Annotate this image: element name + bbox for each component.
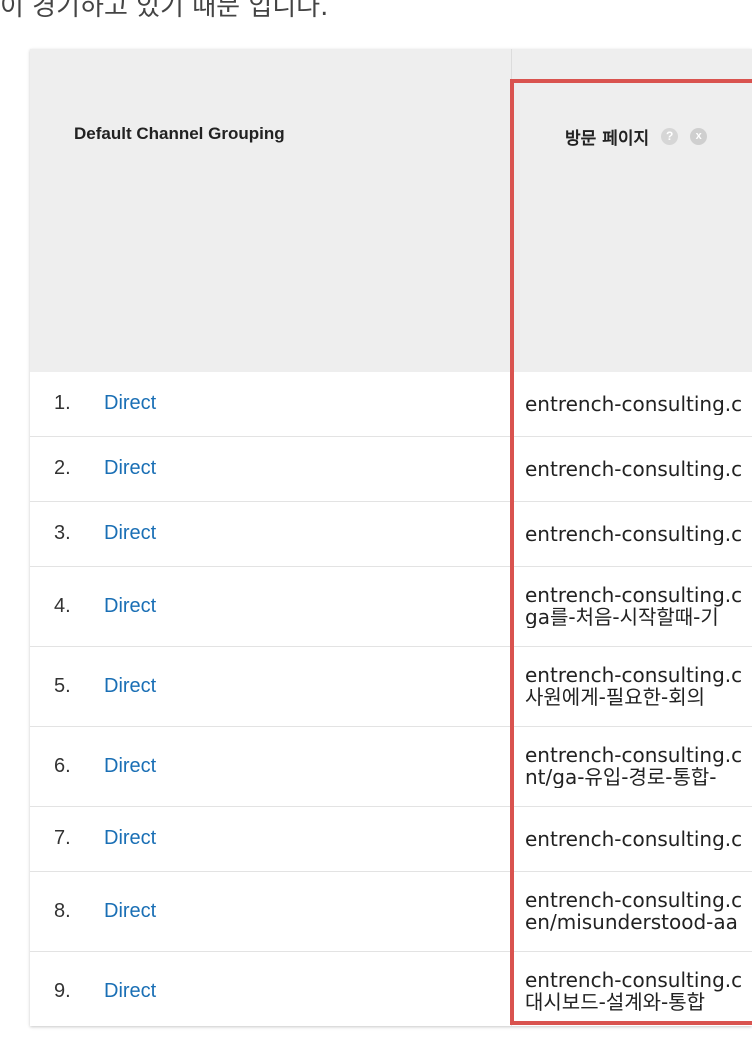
table-row: 7. Direct entrench-consulting.c — [30, 807, 752, 872]
channel-link[interactable]: Direct — [104, 980, 156, 1003]
channel-link[interactable]: Direct — [104, 522, 156, 545]
row-number: 3. — [54, 522, 71, 544]
landing-page-line: entrench-consulting.c — [525, 393, 743, 415]
table-row: 9. Direct entrench-consulting.c 대시보드-설계와-통합 — [30, 952, 752, 1026]
channel-link[interactable]: Direct — [104, 827, 156, 850]
table-row: 3. Direct entrench-consulting.c — [30, 502, 752, 567]
column-divider — [511, 727, 512, 806]
channel-link[interactable]: Direct — [104, 392, 156, 415]
column-divider — [511, 807, 512, 871]
table-row: 6. Direct entrench-consulting.c nt/ga-유입-경로… — [30, 727, 752, 807]
column-divider — [511, 872, 512, 951]
column-divider — [511, 567, 512, 646]
remove-dimension-icon[interactable]: x — [690, 128, 708, 145]
column-divider — [511, 502, 512, 566]
landing-page-line: entrench-consulting.c — [525, 969, 743, 992]
report-table: Default Channel Grouping 방문 페이지 ? x 1. Di… — [30, 49, 752, 1026]
landing-page-cell[interactable]: entrench-consulting.c nt/ga-유입-경로-통합- — [525, 744, 752, 788]
landing-page-line: en/misunderstood-aa — [525, 910, 738, 933]
column-divider — [511, 437, 512, 501]
landing-page-line: 사원에게-필요한-회의 — [525, 685, 706, 708]
landing-page-cell[interactable]: entrench-consulting.c — [525, 458, 752, 480]
row-number: 7. — [54, 827, 71, 849]
column-divider — [511, 49, 512, 372]
landing-page-cell[interactable]: entrench-consulting.c 사원에게-필요한-회의 — [525, 664, 752, 708]
row-number: 9. — [54, 979, 71, 1002]
channel-link[interactable]: Direct — [104, 457, 156, 480]
table-body: 1. Direct entrench-consulting.c 2. Direct ent… — [30, 372, 752, 1026]
landing-page-cell[interactable]: entrench-consulting.c — [525, 393, 752, 415]
landing-page-line: 대시보드-설계와-통합 — [525, 990, 706, 1013]
channel-link[interactable]: Direct — [104, 595, 156, 618]
landing-page-cell[interactable]: entrench-consulting.c — [525, 523, 752, 545]
column-header-channel[interactable]: Default Channel Grouping — [74, 124, 285, 144]
landing-page-line: entrench-consulting.c — [525, 523, 743, 545]
landing-page-cell[interactable]: entrench-consulting.c en/misunderstood-aa — [525, 889, 752, 933]
row-number: 1. — [54, 392, 71, 414]
landing-page-line: entrench-consulting.c — [525, 458, 743, 480]
landing-page-line: entrench-consulting.c — [525, 828, 743, 850]
table-header: Default Channel Grouping 방문 페이지 ? x — [30, 49, 752, 228]
table-row: 4. Direct entrench-consulting.c ga를-처음-시작할때… — [30, 567, 752, 647]
column-divider — [511, 647, 512, 726]
landing-page-line: nt/ga-유입-경로-통합- — [525, 765, 717, 788]
landing-page-line: entrench-consulting.c — [525, 664, 743, 687]
column-header-landing-page[interactable]: 방문 페이지 ? x — [565, 124, 708, 149]
caption-text: 이 경기하고 있기 때문 입니다. — [0, 0, 329, 22]
landing-page-cell[interactable]: entrench-consulting.c ga를-처음-시작할때-기 — [525, 584, 752, 628]
landing-page-line: entrench-consulting.c — [525, 744, 743, 767]
landing-page-line: entrench-consulting.c — [525, 889, 743, 912]
row-number: 6. — [54, 754, 71, 777]
landing-page-cell[interactable]: entrench-consulting.c — [525, 828, 752, 850]
row-number: 4. — [54, 594, 71, 617]
column-divider — [511, 372, 512, 436]
landing-page-line: entrench-consulting.c — [525, 584, 743, 607]
row-number: 2. — [54, 457, 71, 479]
landing-page-cell[interactable]: entrench-consulting.c 대시보드-설계와-통합 — [525, 969, 752, 1013]
column-divider — [511, 952, 512, 1026]
channel-link[interactable]: Direct — [104, 900, 156, 923]
help-icon[interactable]: ? — [661, 128, 679, 145]
table-row: 8. Direct entrench-consulting.c en/misunder… — [30, 872, 752, 952]
row-number: 8. — [54, 899, 71, 922]
table-row: 5. Direct entrench-consulting.c 사원에게-필요한-회의 — [30, 647, 752, 727]
column-header-landing-page-label: 방문 페이지 — [565, 129, 650, 149]
table-row: 2. Direct entrench-consulting.c — [30, 437, 752, 502]
summary-row — [30, 227, 752, 373]
table-row: 1. Direct entrench-consulting.c — [30, 372, 752, 437]
row-number: 5. — [54, 674, 71, 697]
channel-link[interactable]: Direct — [104, 755, 156, 778]
landing-page-line: ga를-처음-시작할때-기 — [525, 605, 719, 628]
channel-link[interactable]: Direct — [104, 675, 156, 698]
